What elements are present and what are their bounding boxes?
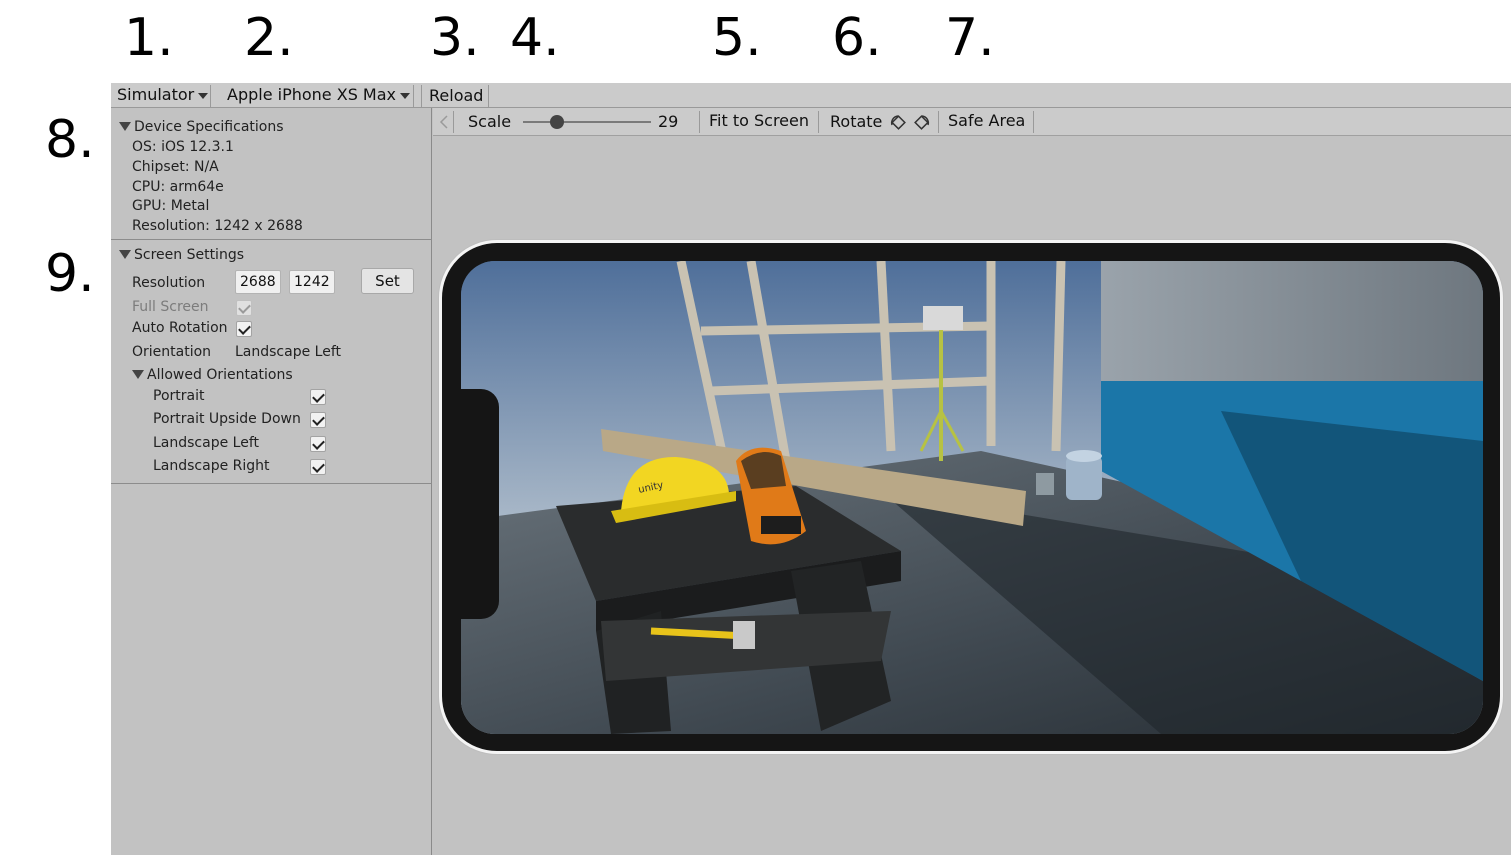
foldout-arrow-icon[interactable]	[132, 370, 144, 379]
foldout-arrow-icon[interactable]	[119, 122, 131, 131]
allowed-portrait-label: Portrait	[153, 388, 205, 404]
allowed-portrait-upside-down-checkbox[interactable]	[310, 412, 326, 428]
chevron-left-icon[interactable]	[439, 114, 449, 130]
safe-area-button[interactable]: Safe Area	[948, 107, 1025, 135]
callout-4: 4.	[510, 8, 560, 68]
orientation-label: Orientation	[132, 344, 212, 360]
spec-gpu: GPU: Metal	[132, 198, 210, 214]
full-screen-checkbox[interactable]	[236, 300, 252, 316]
full-screen-label: Full Screen	[132, 299, 209, 315]
allowed-landscape-right-checkbox[interactable]	[310, 459, 326, 475]
callout-9: 9.	[45, 244, 95, 304]
callout-8: 8.	[45, 110, 95, 170]
auto-rotation-label: Auto Rotation	[132, 320, 228, 336]
allowed-orientations-header[interactable]: Allowed Orientations	[147, 367, 293, 383]
allowed-portrait-checkbox[interactable]	[310, 389, 326, 405]
game-view[interactable]: unity	[461, 261, 1483, 734]
toolbar-divider	[699, 111, 700, 133]
reload-button[interactable]: Reload	[429, 84, 483, 108]
simulator-window: Simulator Apple iPhone XS Max Reload Dev…	[111, 83, 1511, 855]
control-panel: Device Specifications OS: iOS 12.3.1 Chi…	[111, 108, 432, 855]
callout-7: 7.	[945, 8, 995, 68]
simulator-screenshot: 1. 2. 3. 4. 5. 6. 7. 8. 9. Simulator App…	[0, 0, 1511, 855]
section-divider	[111, 483, 432, 484]
rotate-left-icon[interactable]	[888, 113, 908, 131]
toolbar-divider	[421, 85, 422, 107]
auto-rotation-checkbox[interactable]	[236, 321, 252, 337]
callout-6: 6.	[832, 8, 882, 68]
spec-cpu: CPU: arm64e	[132, 179, 224, 195]
device-dropdown-label: Apple iPhone XS Max	[227, 85, 397, 104]
allowed-landscape-left-checkbox[interactable]	[310, 436, 326, 452]
device-specifications-header[interactable]: Device Specifications	[134, 119, 284, 135]
toolbar-divider	[210, 85, 211, 107]
spec-os: OS: iOS 12.3.1	[132, 139, 234, 155]
allowed-landscape-left-label: Landscape Left	[153, 435, 259, 451]
scale-value: 29	[658, 112, 679, 131]
callout-3: 3.	[430, 8, 480, 68]
section-divider	[111, 239, 432, 240]
set-resolution-button[interactable]: Set	[361, 268, 414, 294]
chevron-down-icon	[400, 92, 411, 99]
toolbar-divider	[1033, 111, 1034, 133]
scale-slider-thumb[interactable]	[550, 115, 565, 129]
scale-label: Scale	[468, 112, 512, 131]
resolution-height-field[interactable]: 1242	[289, 270, 335, 294]
callout-1: 1.	[124, 8, 174, 68]
toolbar-divider	[413, 85, 414, 107]
screen-settings-header[interactable]: Screen Settings	[134, 247, 244, 263]
allowed-landscape-right-label: Landscape Right	[153, 458, 270, 474]
scale-slider-track	[523, 121, 651, 123]
spec-resolution: Resolution: 1242 x 2688	[132, 218, 303, 234]
device-notch	[459, 389, 499, 619]
toolbar-divider	[488, 85, 489, 107]
toolbar-divider	[818, 111, 819, 133]
callout-5: 5.	[712, 8, 762, 68]
device-frame: unity	[439, 240, 1503, 754]
toolbar-divider	[453, 111, 454, 133]
fit-to-screen-button[interactable]: Fit to Screen	[709, 107, 809, 135]
resolution-width-field[interactable]: 2688	[235, 270, 281, 294]
game-scene: unity	[461, 261, 1483, 734]
resolution-label: Resolution	[132, 275, 206, 291]
device-dropdown[interactable]: Apple iPhone XS Max	[227, 83, 411, 107]
orientation-value[interactable]: Landscape Left	[235, 344, 341, 360]
rotate-right-icon[interactable]	[912, 113, 932, 131]
simulator-dropdown[interactable]: Simulator	[117, 83, 209, 107]
simulator-dropdown-label: Simulator	[117, 85, 195, 104]
foldout-arrow-icon[interactable]	[119, 250, 131, 259]
chevron-down-icon	[198, 92, 209, 99]
scale-slider[interactable]	[523, 115, 651, 129]
toolbar-divider	[938, 111, 939, 133]
spec-chipset: Chipset: N/A	[132, 159, 219, 175]
simulator-toolbar: Simulator Apple iPhone XS Max Reload	[111, 83, 1511, 108]
callout-2: 2.	[244, 8, 294, 68]
view-toolbar: Scale 29 Fit to Screen Rotate Safe Area	[433, 108, 1511, 136]
rotate-label: Rotate	[830, 112, 883, 131]
allowed-portrait-upside-down-label: Portrait Upside Down	[153, 411, 301, 427]
